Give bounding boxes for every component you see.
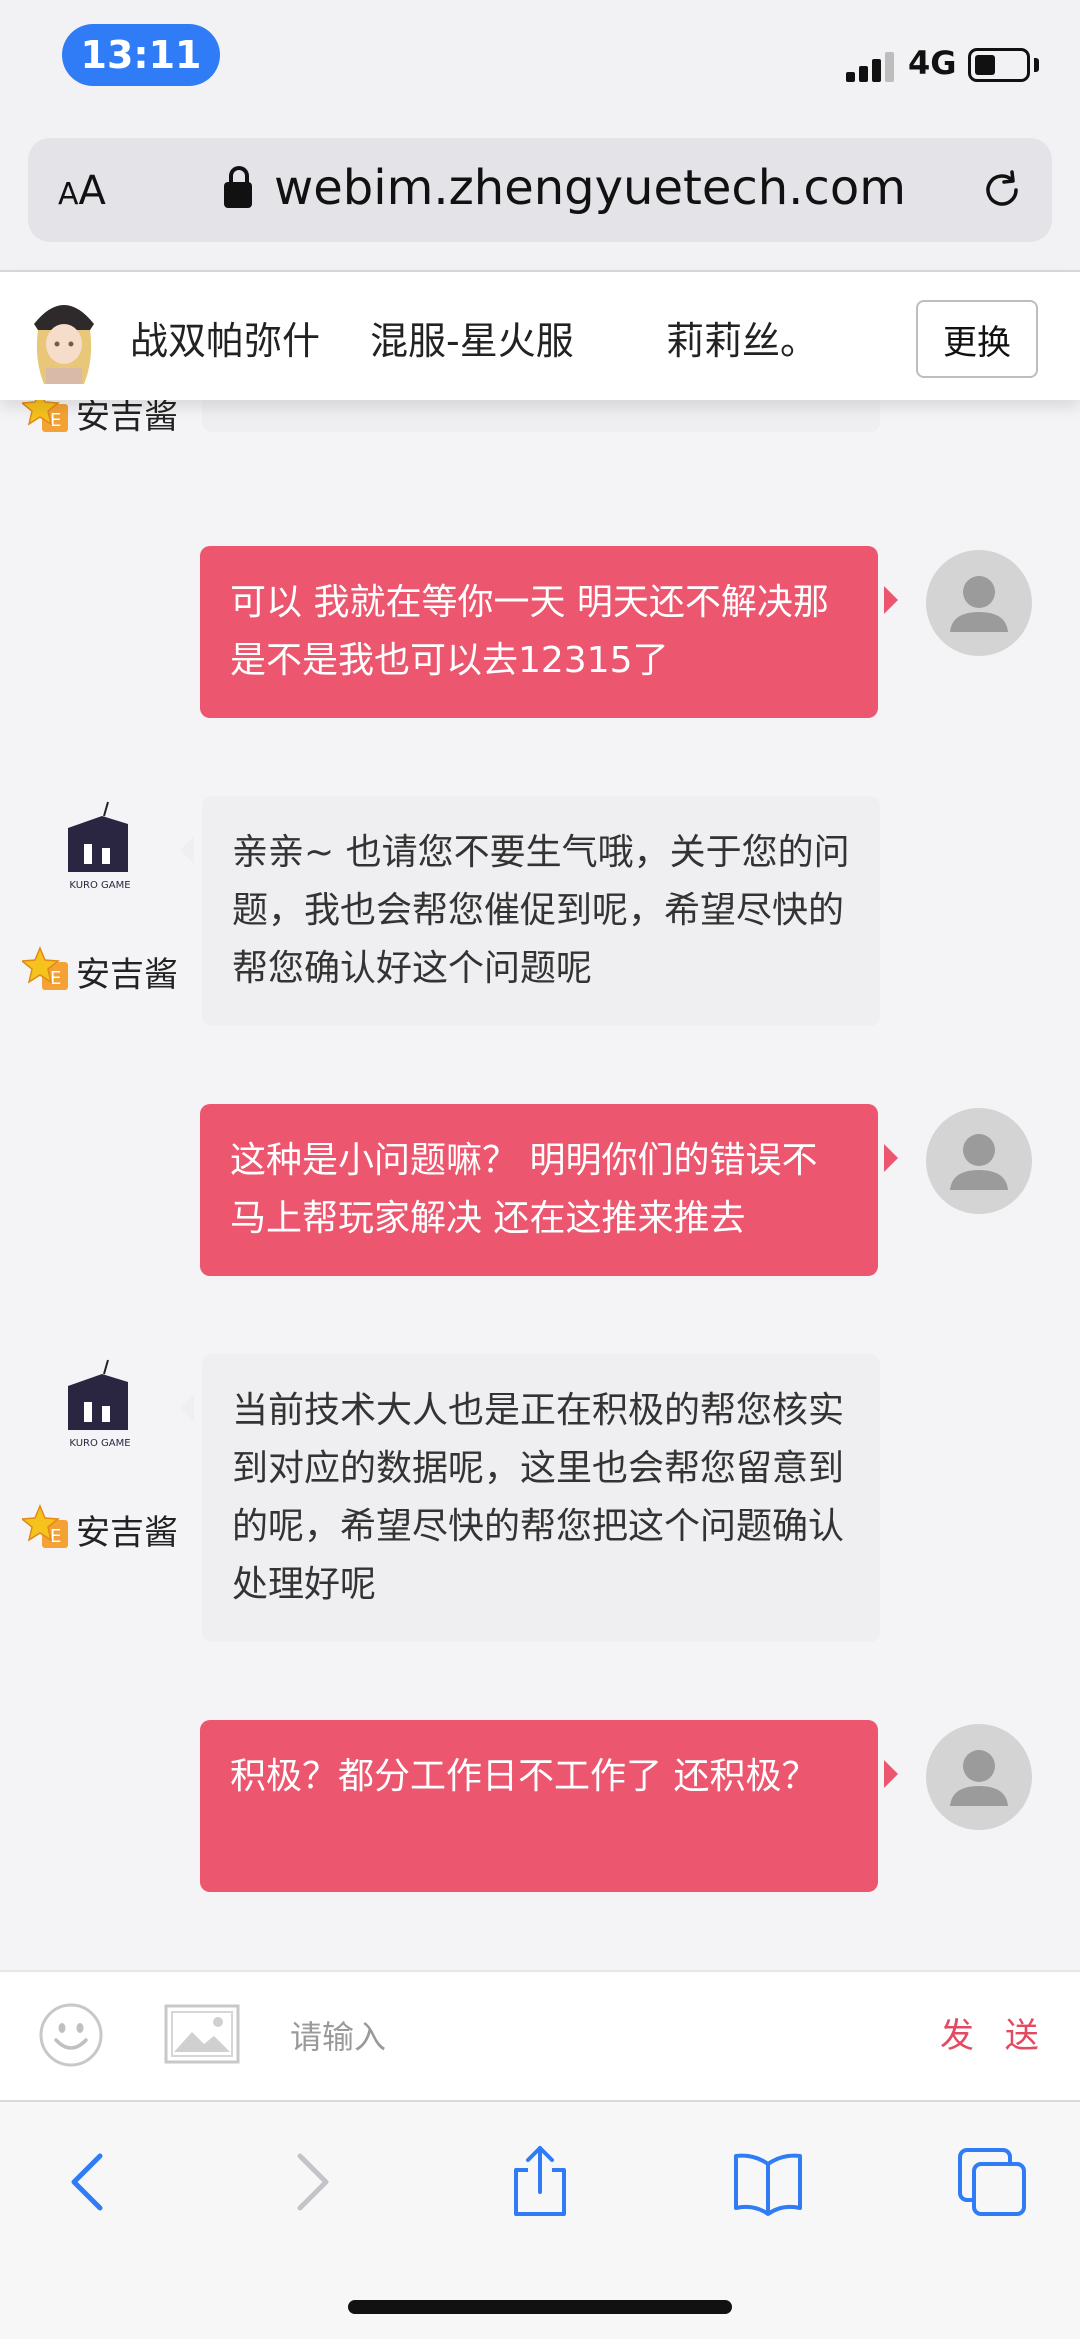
emoji-icon[interactable] bbox=[38, 2002, 104, 2068]
reload-icon[interactable] bbox=[978, 166, 1026, 214]
agent-name: 安吉酱 bbox=[76, 1512, 178, 1553]
home-indicator[interactable] bbox=[348, 2300, 732, 2314]
server-name: 混服-星火服 bbox=[370, 319, 574, 363]
agent-message-bubble: 当前技术大人也是正在积极的帮您核实到对应的数据呢，这里也会帮您留意到的呢，希望尽… bbox=[180, 1354, 880, 1642]
status-bar: 13:11 4G bbox=[0, 0, 1080, 120]
star-badge-icon: E bbox=[22, 400, 68, 432]
svg-text:E: E bbox=[50, 968, 61, 989]
url-text[interactable]: webim.zhengyuetech.com bbox=[274, 160, 906, 216]
kuro-game-logo: KURO GAME bbox=[68, 1359, 131, 1449]
user-avatar bbox=[926, 550, 1032, 656]
agent-name: 安吉酱 bbox=[76, 400, 178, 437]
kuro-game-logo: KURO GAME bbox=[68, 801, 131, 891]
battery-nub bbox=[1034, 58, 1039, 72]
share-icon[interactable] bbox=[500, 2142, 580, 2222]
kuro-logo-text: KURO GAME bbox=[69, 880, 130, 891]
bookmarks-icon[interactable] bbox=[728, 2142, 808, 2222]
agent-tag: E 安吉酱 bbox=[22, 946, 178, 996]
message-input[interactable] bbox=[290, 2002, 850, 2072]
kuro-logo-text: KURO GAME bbox=[69, 1438, 130, 1449]
chat-area[interactable]: E 安吉酱 可以 我就在等你一天 明天还不解决那是不是我也可以去12315了 K… bbox=[0, 400, 1080, 1970]
network-type: 4G bbox=[908, 44, 957, 82]
agent-message-bubble bbox=[202, 400, 880, 432]
address-bar[interactable]: AA webim.zhengyuetech.com bbox=[28, 138, 1052, 242]
character-name: 莉莉丝。 bbox=[666, 319, 819, 363]
character-avatar bbox=[34, 305, 94, 384]
agent-name: 安吉酱 bbox=[76, 954, 178, 995]
game-name: 战双帕弥什 bbox=[130, 319, 321, 363]
star-badge-icon: E bbox=[22, 946, 68, 990]
user-message-bubble: 可以 我就在等你一天 明天还不解决那是不是我也可以去12315了 bbox=[200, 546, 898, 718]
user-avatar bbox=[926, 1108, 1032, 1214]
signal-icon bbox=[846, 50, 896, 82]
message-input-bar: 发 送 bbox=[0, 1970, 1080, 2100]
send-button[interactable]: 发 送 bbox=[940, 2008, 1049, 2057]
svg-text:E: E bbox=[50, 1526, 61, 1547]
user-message-bubble: 这种是小问题嘛？ 明明你们的错误不马上帮玩家解决 还在这推来推去 bbox=[200, 1104, 898, 1276]
user-avatar bbox=[926, 1724, 1032, 1830]
star-badge-icon: E bbox=[22, 1504, 68, 1548]
battery-icon bbox=[968, 48, 1030, 82]
agent-tag: E 安吉酱 bbox=[22, 400, 178, 438]
agent-message-bubble: 亲亲~ 也请您不要生气哦，关于您的问题，我也会帮您催促到呢，希望尽快的帮您确认好… bbox=[180, 796, 880, 1026]
agent-tag: E 安吉酱 bbox=[22, 1504, 178, 1554]
user-silhouette-icon bbox=[950, 1134, 1008, 1190]
text-size-button[interactable]: AA bbox=[58, 168, 106, 214]
user-silhouette-icon bbox=[950, 1750, 1008, 1806]
browser-address-area: AA webim.zhengyuetech.com bbox=[0, 120, 1080, 272]
back-icon[interactable] bbox=[48, 2142, 128, 2222]
game-info-header: 战双帕弥什 混服-星火服 莉莉丝。 更换 bbox=[0, 272, 1080, 400]
tabs-icon[interactable] bbox=[952, 2142, 1032, 2222]
svg-text:E: E bbox=[50, 410, 61, 431]
status-time: 13:11 bbox=[62, 24, 220, 86]
lock-icon bbox=[224, 166, 252, 208]
user-message-bubble: 积极？都分工作日不工作了 还积极？ bbox=[200, 1720, 898, 1892]
forward-icon[interactable] bbox=[272, 2142, 352, 2222]
switch-button[interactable]: 更换 bbox=[916, 300, 1038, 378]
image-icon[interactable] bbox=[164, 2004, 240, 2064]
user-silhouette-icon bbox=[950, 576, 1008, 632]
